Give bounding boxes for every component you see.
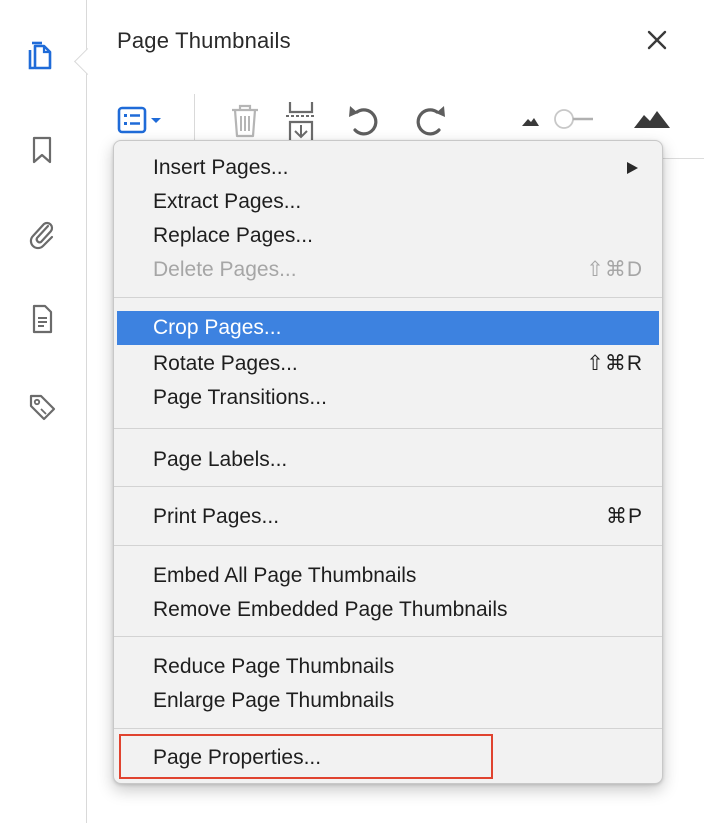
bookmark-icon[interactable] xyxy=(27,134,57,166)
shortcut-label: ⌘P xyxy=(605,505,643,528)
panel-title: Page Thumbnails xyxy=(117,28,291,53)
rotate-left-icon[interactable] xyxy=(344,100,384,142)
menu-item-enlarge-thumbnails[interactable]: Enlarge Page Thumbnails xyxy=(114,684,662,718)
menu-item-label: Enlarge Page Thumbnails xyxy=(153,689,395,712)
attachment-icon[interactable] xyxy=(27,218,57,250)
menu-item-crop-pages[interactable]: Crop Pages... xyxy=(117,311,659,345)
menu-separator xyxy=(114,486,662,487)
menu-item-remove-thumbnails[interactable]: Remove Embedded Page Thumbnails xyxy=(114,593,662,627)
menu-item-replace-pages[interactable]: Replace Pages... xyxy=(114,219,662,253)
menu-item-reduce-thumbnails[interactable]: Reduce Page Thumbnails xyxy=(114,650,662,684)
highlight-callout-box xyxy=(119,734,493,779)
page-thumbnails-icon[interactable] xyxy=(27,40,57,72)
close-icon[interactable] xyxy=(643,26,671,54)
menu-item-label: Delete Pages... xyxy=(153,258,297,281)
menu-item-page-transitions[interactable]: Page Transitions... xyxy=(114,381,662,415)
menu-item-page-labels[interactable]: Page Labels... xyxy=(114,443,662,477)
shortcut-label: ⇧⌘R xyxy=(586,352,643,375)
menu-separator xyxy=(114,428,662,429)
trash-icon[interactable] xyxy=(227,100,263,142)
menu-separator xyxy=(114,297,662,298)
rotate-right-icon[interactable] xyxy=(410,100,450,142)
large-thumbnail-icon[interactable] xyxy=(632,100,672,142)
shortcut-label: ⇧⌘D xyxy=(586,258,643,281)
menu-separator xyxy=(114,728,662,729)
menu-item-label: Crop Pages... xyxy=(153,316,282,339)
menu-item-label: Replace Pages... xyxy=(153,224,313,247)
insert-page-icon[interactable] xyxy=(282,100,320,142)
menu-separator xyxy=(114,636,662,637)
tag-icon[interactable] xyxy=(27,390,57,422)
menu-item-delete-pages: Delete Pages... ⇧⌘D xyxy=(114,253,662,287)
thumbnail-size-slider[interactable] xyxy=(544,100,622,142)
menu-item-label: Print Pages... xyxy=(153,505,280,528)
options-menu-icon xyxy=(117,106,161,134)
menu-item-label: Rotate Pages... xyxy=(153,352,298,375)
left-navigation-rail xyxy=(0,0,101,823)
menu-item-label: Embed All Page Thumbnails xyxy=(153,564,417,587)
menu-item-embed-thumbnails[interactable]: Embed All Page Thumbnails xyxy=(114,559,662,593)
menu-item-print-pages[interactable]: Print Pages... ⌘P xyxy=(114,500,662,534)
menu-item-label: Extract Pages... xyxy=(153,190,302,213)
options-menu-button[interactable] xyxy=(117,100,163,142)
document-icon[interactable] xyxy=(27,303,57,335)
options-dropdown-menu: Insert Pages... Extract Pages... Replace… xyxy=(113,140,663,784)
menu-item-rotate-pages[interactable]: Rotate Pages... ⇧⌘R xyxy=(114,347,662,381)
menu-item-label: Remove Embedded Page Thumbnails xyxy=(153,598,508,621)
menu-separator xyxy=(114,545,662,546)
small-thumbnail-icon[interactable] xyxy=(520,100,540,142)
menu-item-insert-pages[interactable]: Insert Pages... xyxy=(114,151,662,185)
menu-item-label: Reduce Page Thumbnails xyxy=(153,655,395,678)
menu-item-label: Page Labels... xyxy=(153,448,288,471)
menu-item-extract-pages[interactable]: Extract Pages... xyxy=(114,185,662,219)
menu-item-label: Page Transitions... xyxy=(153,386,327,409)
toolbar-separator xyxy=(194,94,195,146)
menu-item-label: Insert Pages... xyxy=(153,156,289,179)
submenu-arrow-icon xyxy=(627,162,638,174)
